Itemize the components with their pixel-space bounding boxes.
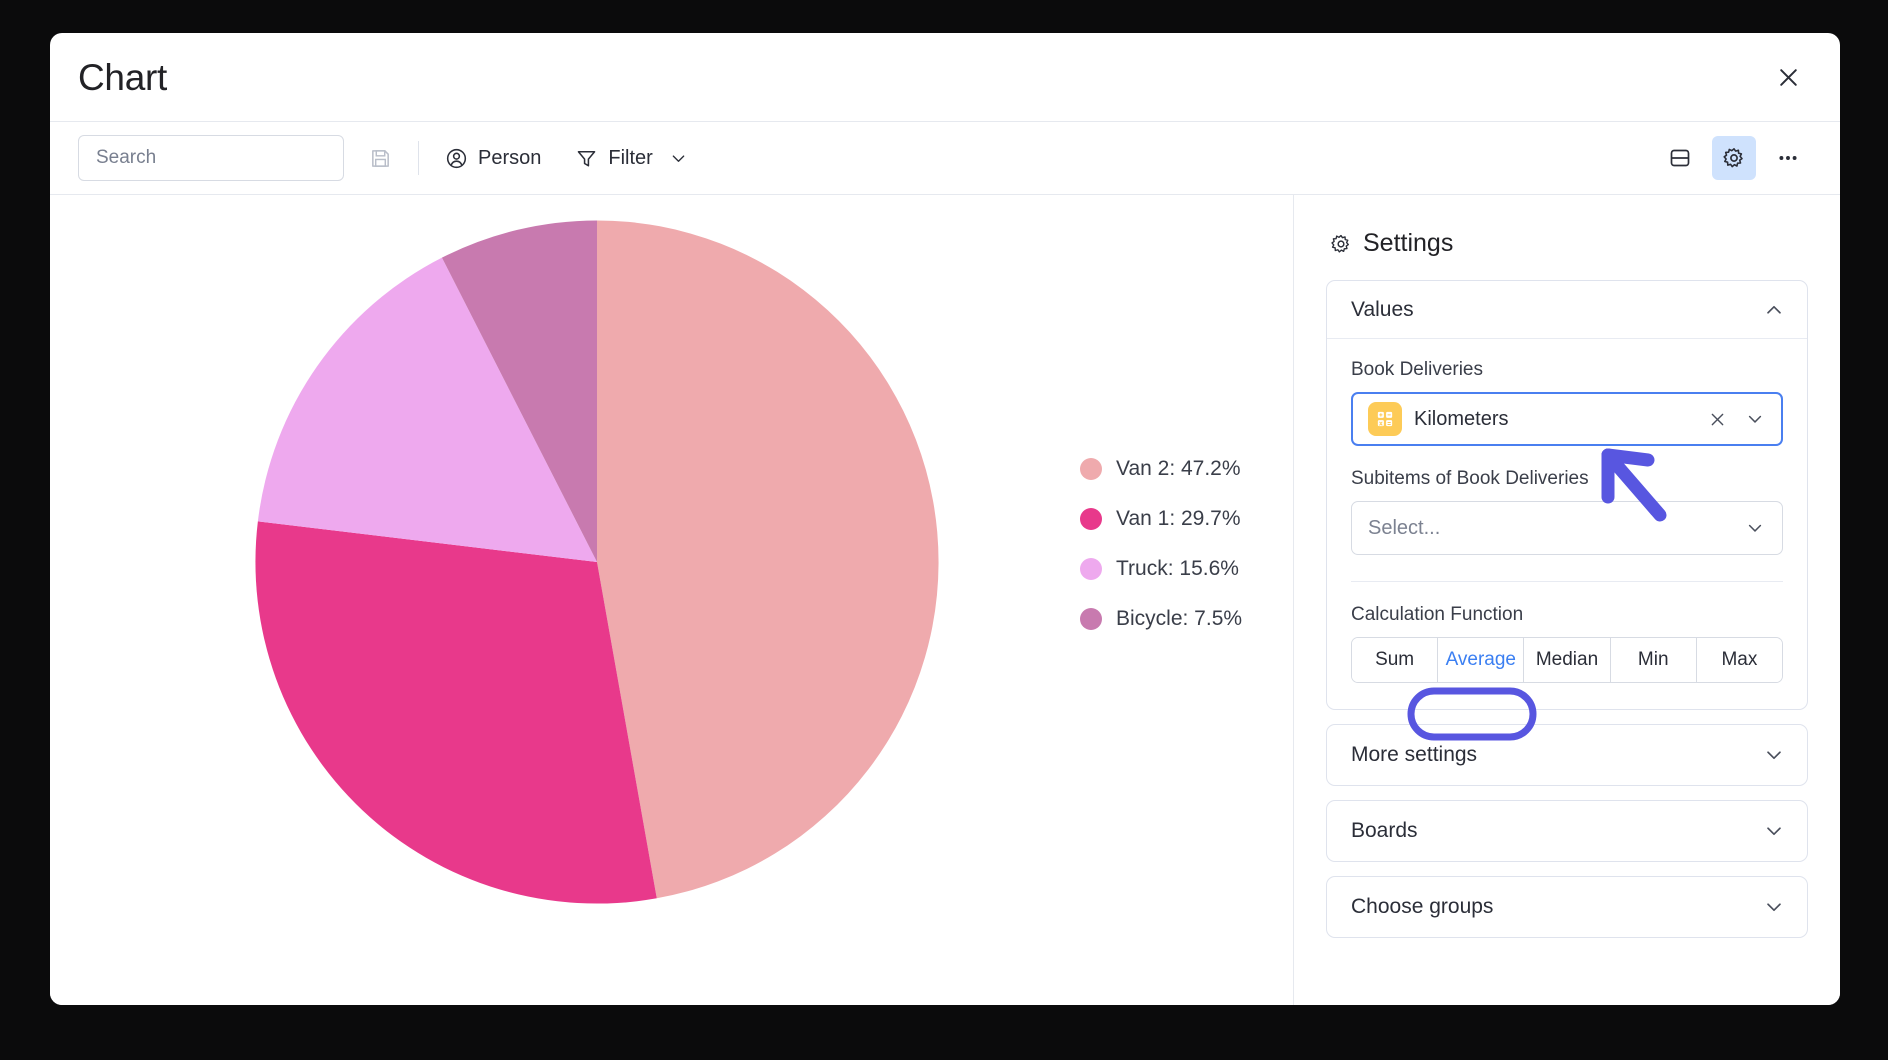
collapsed-section-header[interactable]: Choose groups	[1327, 877, 1807, 937]
person-filter-label: Person	[478, 146, 542, 169]
settings-toggle-button[interactable]	[1712, 136, 1756, 180]
filter-button[interactable]: Filter	[565, 136, 697, 180]
close-icon	[1711, 413, 1723, 425]
more-options-button[interactable]	[1766, 136, 1810, 180]
book-deliveries-value: Kilometers	[1414, 407, 1509, 430]
subitems-dropdown-arrow[interactable]	[1742, 515, 1768, 541]
collapsed-sections: More settings Boards Choose groups	[1326, 724, 1808, 938]
subitems-value: Select...	[1368, 516, 1441, 539]
values-card-header[interactable]: Values	[1327, 281, 1807, 339]
calc-option-sum[interactable]: Sum	[1352, 638, 1439, 682]
values-card-body: Book Deliveries Kilometers Subitems of B…	[1327, 339, 1807, 709]
settings-divider	[1351, 581, 1783, 582]
close-button[interactable]	[1770, 59, 1806, 95]
settings-header: Settings	[1326, 229, 1808, 258]
legend-swatch	[1080, 558, 1102, 580]
save-disk-icon	[371, 149, 389, 167]
chevron-down-icon	[1748, 415, 1762, 423]
toolbar: Person Filter	[50, 121, 1840, 195]
collapsed-section-header[interactable]: More settings	[1327, 725, 1807, 785]
page-title: Chart	[78, 56, 167, 98]
collapsed-section-title: Choose groups	[1351, 895, 1494, 918]
formula-grid-glyph	[1377, 411, 1393, 427]
legend-item[interactable]: Van 1: 29.7%	[1080, 507, 1242, 531]
book-deliveries-select[interactable]: Kilometers	[1351, 392, 1783, 446]
chevron-down-icon	[1767, 751, 1781, 760]
settings-title: Settings	[1363, 229, 1454, 257]
chevron-down-icon	[672, 154, 685, 162]
calc-option-median[interactable]: Median	[1524, 638, 1611, 682]
toolbar-divider	[418, 141, 419, 175]
pie-slice[interactable]	[255, 521, 657, 904]
legend-item[interactable]: Van 2: 47.2%	[1080, 457, 1242, 481]
legend-label: Van 2: 47.2%	[1116, 457, 1241, 480]
chevron-down-icon	[1767, 903, 1781, 912]
collapsed-section-title: Boards	[1351, 819, 1418, 842]
chevron-down-icon	[1748, 524, 1762, 532]
calculation-function-label: Calculation Function	[1351, 604, 1524, 625]
collapsed-section-header[interactable]: Boards	[1327, 801, 1807, 861]
gear-icon	[1723, 148, 1743, 168]
formula-grid-icon	[1368, 402, 1402, 436]
settings-panel: Settings Values Book Deliveries Kilomete…	[1294, 195, 1840, 1005]
chevron-up-icon	[1767, 305, 1781, 314]
legend-swatch	[1080, 608, 1102, 630]
pie-chart	[252, 217, 942, 907]
chart-modal: Chart Search Person Filter Van 2: 47.2% …	[50, 33, 1840, 1005]
calc-option-average[interactable]: Average	[1438, 638, 1525, 682]
book-deliveries-dropdown-arrow[interactable]	[1742, 406, 1768, 432]
search-box[interactable]	[78, 135, 344, 181]
book-deliveries-label: Book Deliveries	[1351, 359, 1483, 380]
collapsed-section: Choose groups	[1326, 876, 1808, 938]
collapsed-section-title: More settings	[1351, 743, 1478, 766]
values-card-title: Values	[1351, 297, 1414, 321]
chevron-down-icon	[1767, 827, 1781, 836]
legend-item[interactable]: Bicycle: 7.5%	[1080, 607, 1242, 631]
person-filter-button[interactable]: Person	[435, 136, 551, 180]
legend-swatch	[1080, 458, 1102, 480]
modal-body: Van 2: 47.2% Van 1: 29.7% Truck: 15.6% Bicy…	[50, 195, 1840, 1005]
legend-label: Truck: 15.6%	[1116, 557, 1239, 580]
save-view-button[interactable]	[358, 136, 402, 180]
collapsed-section: More settings	[1326, 724, 1808, 786]
close-icon	[1779, 68, 1797, 86]
chart-area: Van 2: 47.2% Van 1: 29.7% Truck: 15.6% Bicy…	[50, 195, 1294, 1005]
filter-label: Filter	[608, 146, 653, 169]
gear-icon	[1331, 234, 1350, 253]
funnel-icon	[578, 150, 596, 166]
pie-chart-svg[interactable]	[252, 217, 942, 907]
split-layout-icon	[1670, 149, 1690, 167]
calc-option-min[interactable]: Min	[1610, 638, 1697, 682]
person-circle-icon	[446, 148, 467, 168]
toolbar-right-group	[1658, 136, 1810, 180]
values-card: Values Book Deliveries Kilometers Subite…	[1326, 280, 1808, 710]
split-layout-button[interactable]	[1658, 136, 1702, 180]
legend-swatch	[1080, 508, 1102, 530]
search-input[interactable]	[96, 147, 341, 169]
subitems-label: Subitems of Book Deliveries	[1351, 468, 1589, 489]
modal-titlebar: Chart	[50, 33, 1840, 121]
calc-option-max[interactable]: Max	[1696, 638, 1782, 682]
collapsed-section: Boards	[1326, 800, 1808, 862]
chart-legend: Van 2: 47.2% Van 1: 29.7% Truck: 15.6% Bicy…	[1080, 457, 1242, 631]
pie-slice[interactable]	[597, 220, 939, 899]
subitems-select[interactable]: Select...	[1351, 501, 1783, 555]
legend-label: Van 1: 29.7%	[1116, 507, 1241, 530]
legend-label: Bicycle: 7.5%	[1116, 607, 1243, 630]
more-horizontal-icon	[1779, 156, 1797, 160]
page-backdrop: Chart Search Person Filter Van 2: 47.2% …	[0, 0, 1888, 1060]
toolbar-left-group: Person Filter	[78, 135, 698, 181]
calculation-function-segmented: Sum Average Median Min Max	[1351, 637, 1783, 683]
legend-item[interactable]: Truck: 15.6%	[1080, 557, 1242, 581]
clear-book-deliveries-button[interactable]	[1704, 406, 1730, 432]
